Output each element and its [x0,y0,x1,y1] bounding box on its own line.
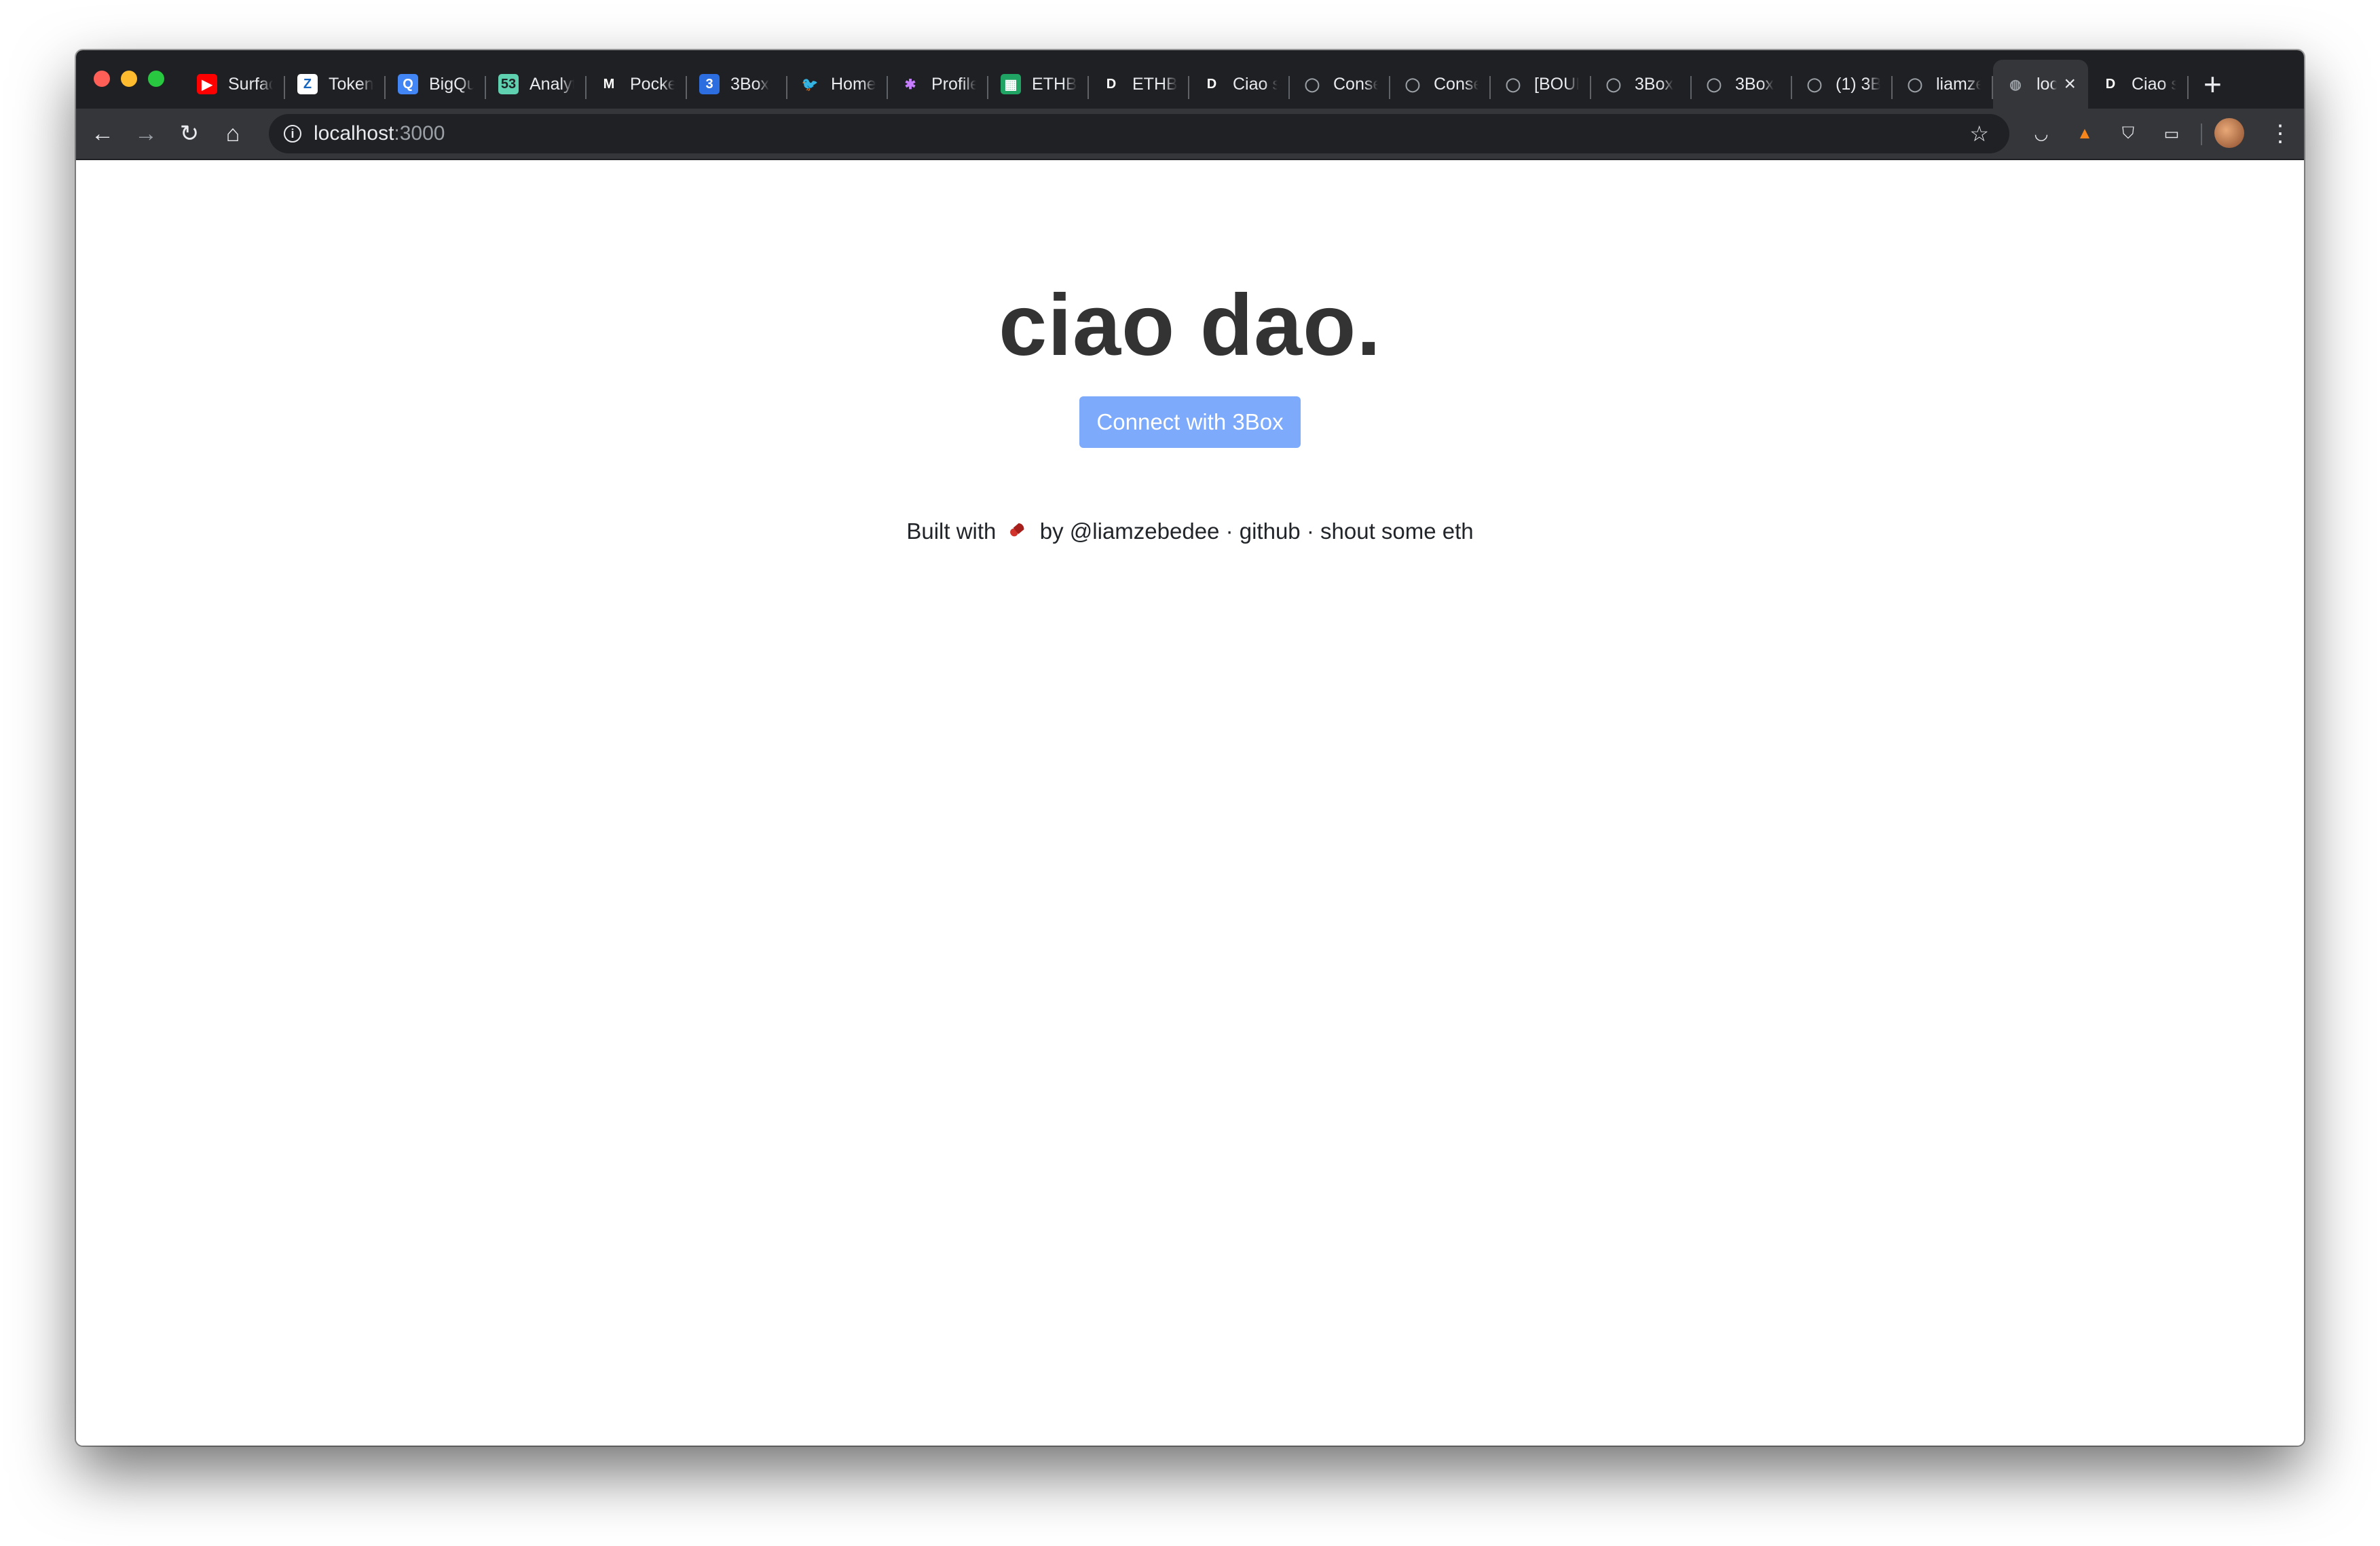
tab-title: Consensys [1434,74,1479,94]
github-icon: ◯ [1503,74,1523,94]
tab-title: Consensys [1333,74,1378,94]
tab-title: ETHBoulder [1132,74,1177,94]
page-content: ciao dao. Connect with 3Box Built with b… [76,160,2304,1446]
bigquery-icon: Q [398,74,418,94]
tab-title: localhost [2037,74,2057,94]
github-link[interactable]: github [1240,519,1301,544]
browser-tab[interactable]: ▦ ETHBoulder [988,60,1089,109]
new-tab-icon[interactable]: + [2204,60,2222,109]
browser-tab[interactable]: D ETHBoulder [1089,60,1189,109]
page-title: ciao dao. [999,277,1381,374]
tab-title: 3Box [1735,74,1774,94]
author-link[interactable]: @liamzebedee [1070,519,1220,544]
tab-title: Pocket [630,74,675,94]
browser-tab[interactable]: Z Token [285,60,386,109]
shield-extension-icon[interactable]: ⛉ [2117,122,2140,145]
browser-tab[interactable]: D Ciao s [1189,60,1290,109]
tab-title: 3Box [1635,74,1673,94]
tab-title: liamzebedee [1936,74,1981,94]
url-host: localhost [314,122,394,145]
asterisk-icon: ✱ [900,74,921,94]
z-icon: Z [297,74,318,94]
browser-tab[interactable]: ◯ (1) 3B [1792,60,1893,109]
browser-tab[interactable]: D Ciao s [2088,60,2189,109]
twitter-icon: 🐦 [800,74,820,94]
browser-tab[interactable]: ◯ 3Box [1692,60,1792,109]
footer-separator: · [1306,519,1314,544]
browser-tab[interactable]: ◯ [BOULDER [1491,60,1591,109]
site-info-icon[interactable]: i [284,125,301,143]
maximize-window-button[interactable] [148,71,164,87]
browser-tab[interactable]: ▶ Surface [185,60,285,109]
donate-link[interactable]: shout some eth [1320,519,1474,544]
url-port: :3000 [394,122,445,145]
close-window-button[interactable] [94,71,110,87]
github-icon: ◯ [1704,74,1724,94]
close-tab-icon[interactable]: × [2064,73,2076,96]
footer-separator: · [1225,519,1233,544]
youtube-icon: ▶ [197,74,217,94]
tab-title: Analytics [529,74,574,94]
tab-title: Ciao s [1233,74,1278,94]
github-icon: ◯ [1905,74,1925,94]
browser-tab[interactable]: 🐦 Home [787,60,888,109]
browser-tab[interactable]: M Pocket [587,60,687,109]
github-icon: ◯ [1804,74,1825,94]
tab-title: Token [329,74,373,94]
browser-toolbar: ← → ↻ ⌂ i localhost:3000 ☆ ◡ ▲ ⛉ ▭ ⋮ [76,109,2304,160]
d-icon: D [1202,74,1222,94]
minimize-window-button[interactable] [121,71,137,87]
tab-title: Surface [228,74,273,94]
metamask-extension-icon[interactable]: ▲ [2073,122,2096,145]
globe-icon: ◍ [2005,74,2026,94]
profile-avatar[interactable] [2214,118,2244,148]
tab-title: 3Box [730,74,769,94]
tab-strip: ▶ Surface Z Token Q BigQuery 53 Analytics M Pocke… [76,50,2304,109]
browser-window: ▶ Surface Z Token Q BigQuery 53 Analytics M Pocke… [76,50,2304,1446]
tab-list: ▶ Surface Z Token Q BigQuery 53 Analytics M Pocke… [185,60,2222,109]
medium-icon: M [599,74,619,94]
reload-icon[interactable]: ↻ [175,119,204,148]
tab-title: [BOULDER [1534,74,1579,94]
browser-tab[interactable]: 53 Analytics [486,60,587,109]
tab-title: Home [831,74,876,94]
tab-title: (1) 3B [1836,74,1880,94]
footer-built-with: Built with [906,519,997,544]
address-bar[interactable]: i localhost:3000 ☆ [269,114,2009,153]
analytics-icon: 53 [498,74,519,94]
toolbar-divider [2201,124,2202,145]
browser-tab[interactable]: ◯ liamzebedee [1893,60,1993,109]
forward-arrow-icon[interactable]: → [132,119,160,148]
browser-tab[interactable]: Q BigQuery [386,60,486,109]
tab-title: Ciao s [2132,74,2176,94]
back-arrow-icon[interactable]: ← [88,119,117,148]
bookmark-star-icon[interactable]: ☆ [1969,121,1989,147]
browser-tab[interactable]: 3 3Box [687,60,787,109]
tab-title: BigQuery [429,74,474,94]
d-icon: D [2100,74,2121,94]
3box-icon: 3 [699,74,720,94]
browser-tab[interactable]: ◯ 3Box [1591,60,1692,109]
browser-tab[interactable]: ✱ Profile [888,60,988,109]
connect-3box-button[interactable]: Connect with 3Box [1079,396,1301,448]
home-icon[interactable]: ⌂ [219,119,247,148]
window-controls [94,71,164,87]
browser-tab[interactable]: ◯ Consensys [1390,60,1491,109]
footer: Built with by @liamzebedee · github · sh… [76,519,2304,544]
github-icon: ◯ [1402,74,1423,94]
github-icon: ◯ [1302,74,1322,94]
tab-title: Profile [931,74,976,94]
github-icon: ◯ [1603,74,1624,94]
pill-icon [1009,523,1024,537]
d-icon: D [1101,74,1121,94]
cast-extension-icon[interactable]: ▭ [2160,122,2183,145]
kebab-menu-icon[interactable]: ⋮ [2266,119,2294,148]
tab-title: ETHBoulder [1032,74,1077,94]
browser-tab[interactable]: ◍ localhost × [1993,60,2088,109]
pocket-extension-icon[interactable]: ◡ [2030,122,2053,145]
footer-by: by [1039,519,1064,544]
browser-tab[interactable]: ◯ Consensys [1290,60,1390,109]
sheets-icon: ▦ [1001,74,1021,94]
